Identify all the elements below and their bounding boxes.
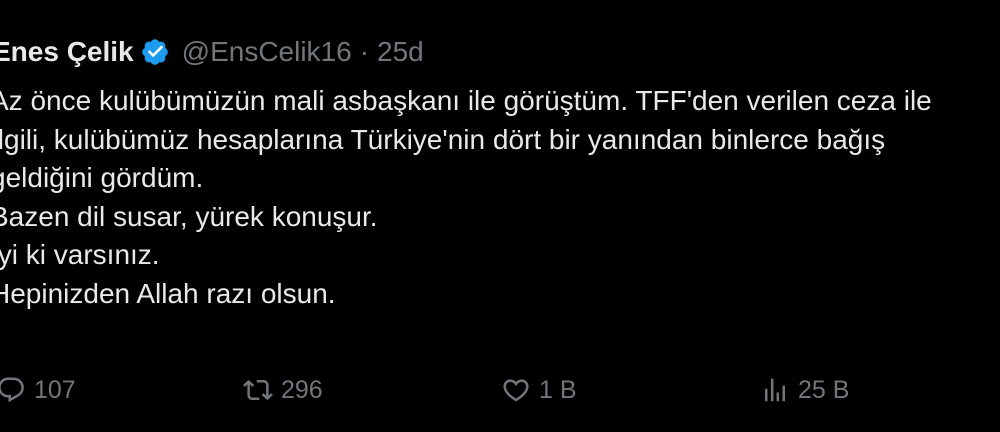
timestamp[interactable]: 25d: [377, 36, 424, 68]
reply-icon: [0, 377, 24, 403]
retweet-count: 296: [281, 375, 323, 404]
tweet-text-line: İyi ki varsınız.: [0, 239, 160, 271]
separator-dot: ·: [359, 36, 370, 67]
tweet-actions: 107 296 1 B 25 B: [0, 370, 1000, 410]
views-button[interactable]: 25 B: [760, 370, 849, 410]
author-name[interactable]: Enes Çelik: [0, 36, 134, 68]
tweet-text-line: Bazen dil susar, yürek konuşur.: [0, 200, 378, 232]
like-button[interactable]: 1 B: [501, 370, 577, 410]
tweet-text-line: geldiğini gördüm.: [0, 162, 204, 194]
reply-count: 107: [34, 375, 76, 404]
heart-icon: [503, 379, 529, 402]
tweet-text-line: İlgili, kulübümüz hesaplarına Türkiye'ni…: [0, 123, 886, 155]
views-count: 25 B: [798, 375, 850, 404]
tweet: Enes Çelik @EnsCelik16 · 25d Az önce kul…: [0, 0, 1000, 432]
like-count: 1 B: [539, 375, 577, 404]
views-chart-icon: [765, 378, 785, 402]
tweet-header: Enes Çelik @EnsCelik16 · 25d: [0, 30, 424, 74]
tweet-text: Az önce kulübümüzün mali asbaşkanı ile g…: [0, 82, 1000, 314]
tweet-text-line: Az önce kulübümüzün mali asbaşkanı ile g…: [0, 85, 932, 116]
verified-badge-icon[interactable]: [140, 37, 170, 67]
reply-button[interactable]: 107: [0, 370, 76, 410]
retweet-button[interactable]: 296: [243, 370, 323, 410]
tweet-text-line: Hepinizden Allah razı olsun.: [0, 277, 336, 309]
retweet-icon: [243, 379, 273, 401]
author-handle[interactable]: @EnsCelik16: [182, 36, 352, 68]
